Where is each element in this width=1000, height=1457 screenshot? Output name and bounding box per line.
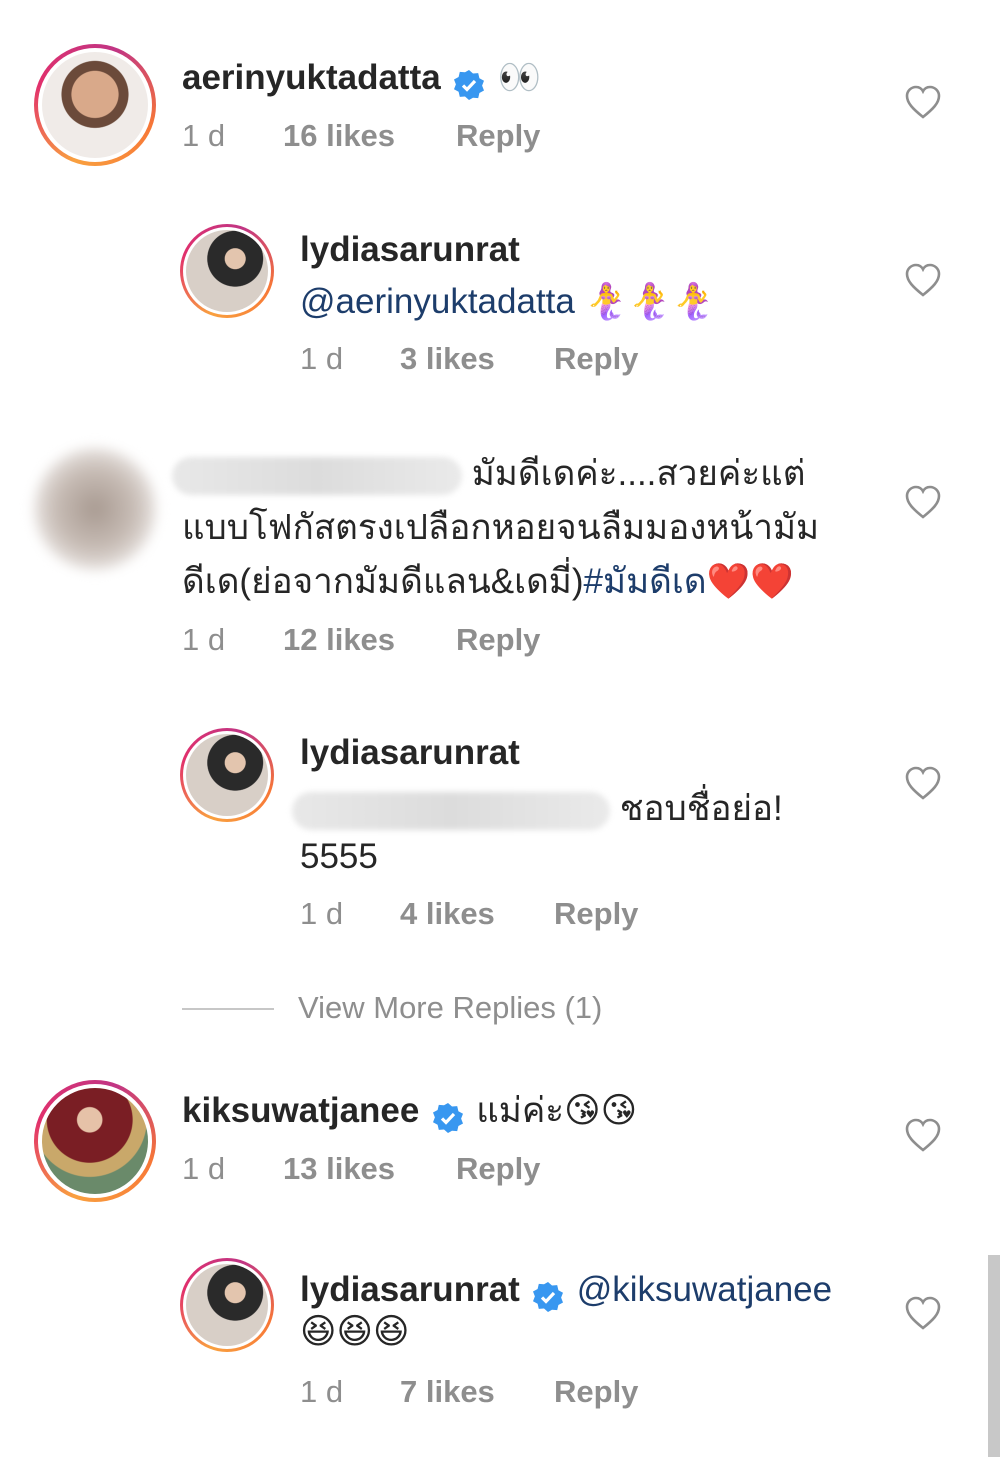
verified-badge-icon [432,1102,463,1133]
comment-text-line2: แบบโฟกัสตรงเปลือกหอยจนลืมมองหน้ามัม [182,508,820,547]
reply-button[interactable]: Reply [456,118,540,154]
reply-button[interactable]: Reply [554,1374,638,1410]
reply-button[interactable]: Reply [456,1151,540,1187]
likes-count[interactable]: 13 likes [283,1151,395,1187]
verified-badge-icon [454,69,485,100]
like-heart-icon[interactable] [904,84,942,120]
comment-text: 🧜‍♀️🧜‍♀️🧜‍♀️ [584,282,716,321]
likes-count[interactable]: 3 likes [400,341,495,377]
mention-link[interactable]: @kiksuwatjanee [577,1270,832,1309]
like-heart-icon[interactable] [904,484,942,520]
username[interactable]: lydiasarunrat [300,230,520,269]
avatar[interactable] [34,1080,156,1202]
timestamp: 1 d [300,1374,344,1409]
avatar[interactable] [180,1258,274,1352]
scrollbar[interactable] [988,1255,1000,1457]
like-heart-icon[interactable] [904,765,942,801]
avatar[interactable] [34,44,156,166]
timestamp: 1 d [182,622,226,657]
reply-button[interactable]: Reply [554,896,638,932]
likes-count[interactable]: 7 likes [400,1374,495,1410]
timestamp: 1 d [182,118,226,153]
redacted-username [172,456,462,495]
verified-badge-icon [533,1281,564,1312]
likes-count[interactable]: 4 likes [400,896,495,932]
reply-button[interactable]: Reply [456,622,540,658]
hashtag-link[interactable]: #มัมดีเด [584,562,707,601]
username[interactable]: kiksuwatjanee [182,1091,419,1130]
timestamp: 1 d [182,1151,226,1186]
likes-count[interactable]: 12 likes [283,622,395,658]
redacted-mention [292,791,610,830]
reply-button[interactable]: Reply [554,341,638,377]
comment-text: 👀 [497,58,542,97]
comment-text-line2: 5555 [300,837,378,876]
comment-text-line1: มัมดีเดค่ะ....สวยค่ะแต่ [471,454,806,493]
timestamp: 1 d [300,896,344,931]
avatar[interactable] [180,224,274,318]
like-heart-icon[interactable] [904,1117,942,1153]
avatar[interactable] [180,728,274,822]
mention-link[interactable]: @aerinyuktadatta [300,282,575,321]
like-heart-icon[interactable] [904,1295,942,1331]
divider-line [182,1008,274,1010]
comment-text-line1: ชอบชื่อย่อ! [619,789,783,828]
like-heart-icon[interactable] [904,262,942,298]
comment-text: แม่ค่ะ😘😘 [476,1091,638,1130]
username[interactable]: lydiasarunrat [300,733,520,772]
heart-emojis: ❤️❤️ [706,562,794,601]
view-more-replies-label[interactable]: View More Replies (1) [298,990,602,1026]
comment-text: 😆😆😆 [300,1312,410,1351]
username[interactable]: lydiasarunrat [300,1270,520,1309]
username[interactable]: aerinyuktadatta [182,58,441,97]
comment-text-line3: ดีเด(ย่อจากมัมดีแลน&เดมี่) [182,562,584,601]
timestamp: 1 d [300,341,344,376]
likes-count[interactable]: 16 likes [283,118,395,154]
avatar[interactable] [34,448,156,570]
